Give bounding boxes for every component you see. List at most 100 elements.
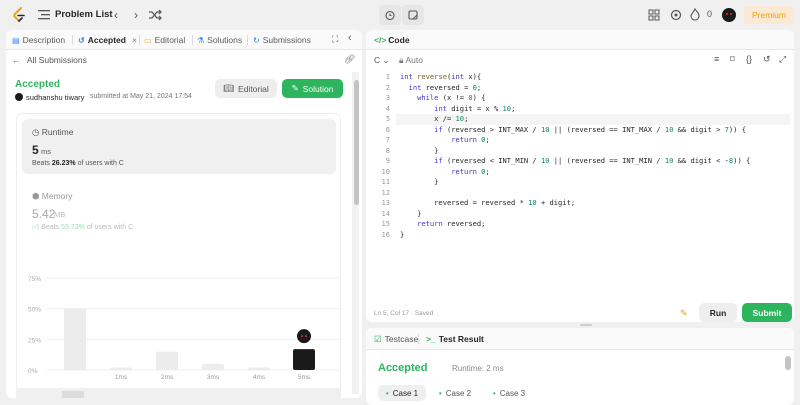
line-number: 11	[381, 177, 390, 186]
bookmark-icon[interactable]: ⌑	[730, 54, 735, 65]
chart-bar[interactable]	[110, 367, 132, 370]
code-line[interactable]: if (reversed > INT_MAX / 10 || (reversed…	[400, 125, 746, 136]
premium-button[interactable]: Premium	[744, 6, 794, 24]
case-tab-3[interactable]: • Case 3	[486, 385, 532, 401]
chart-bar[interactable]	[293, 349, 315, 370]
code-line[interactable]: while (x != 0) {	[400, 93, 485, 104]
x-tick-label: 2ms	[161, 374, 174, 381]
panel-resize-handle[interactable]	[580, 324, 592, 326]
editorial-button[interactable]: 📖︎ Editorial	[215, 79, 277, 98]
shuffle-icon[interactable]	[148, 8, 162, 22]
problem-list-link[interactable]: Problem List	[55, 9, 113, 20]
tab-testcase[interactable]: ☑ Testcase	[374, 334, 418, 345]
user-avatar[interactable]	[722, 8, 736, 22]
clock-icon: ◷	[32, 127, 40, 137]
solution-button-label: Solution	[302, 83, 334, 94]
code-line[interactable]: return 0;	[400, 135, 489, 146]
pass-dot-icon: •	[492, 388, 496, 398]
settings-gear-icon[interactable]	[667, 7, 685, 23]
close-tab-icon[interactable]: ×	[132, 35, 137, 45]
tab-test-result[interactable]: >_ Test Result	[426, 334, 484, 344]
reset-icon[interactable]: ↺	[763, 54, 771, 65]
tab-solutions[interactable]: ⚗ Solutions	[197, 35, 242, 45]
line-number: 1	[385, 72, 390, 81]
code-line[interactable]: int reverse(int x){	[400, 72, 481, 83]
code-line[interactable]: }	[400, 209, 421, 220]
notes-button[interactable]	[402, 5, 424, 25]
back-to-submissions[interactable]: ← All Submissions	[12, 55, 87, 65]
editor-status: Ln 5, Col 17 · Saved	[374, 310, 434, 317]
chart-bar[interactable]	[64, 308, 86, 370]
user-avatar-small	[15, 93, 23, 101]
solution-button[interactable]: ✎ Solution	[282, 79, 343, 98]
line-number: 2	[385, 82, 390, 92]
line-number: 9	[385, 156, 390, 165]
code-line[interactable]: }	[400, 230, 404, 241]
case-tab-1[interactable]: • Case 1	[378, 385, 426, 401]
collapse-panel-icon[interactable]: ‹	[348, 32, 352, 44]
memory-label-text: Memory	[41, 191, 73, 201]
tab-submissions[interactable]: ↻ Submissions	[253, 35, 311, 45]
code-brackets-icon: </>	[374, 35, 387, 45]
y-tick-label: 25%	[28, 337, 41, 344]
link-icon[interactable]: 🔗︎	[344, 54, 355, 65]
leetcode-logo[interactable]	[12, 7, 26, 23]
line-number: 10	[381, 166, 390, 176]
line-number: 14	[381, 208, 390, 218]
notebook-icon[interactable]: ✎	[680, 308, 688, 319]
history-icon: ↺	[78, 35, 85, 45]
code-line[interactable]: int digit = x % 10;	[400, 104, 515, 115]
submit-button[interactable]: Submit	[742, 303, 792, 322]
tab-accepted[interactable]: ↺ Accepted ×	[78, 35, 137, 45]
test-result-panel: ☑ Testcase >_ Test Result Accepted Runti…	[366, 328, 794, 405]
memory-label[interactable]: ⬢ Memory	[32, 191, 73, 202]
code-line[interactable]: }	[400, 177, 438, 188]
code-line[interactable]: return 0;	[400, 167, 489, 178]
code-line[interactable]: }	[400, 146, 438, 157]
chart-bar[interactable]	[202, 363, 224, 370]
braces-icon[interactable]: {}	[746, 54, 752, 64]
language-select[interactable]: C ⌄	[374, 55, 390, 66]
code-line[interactable]: if (reversed < INT_MIN / 10 || (reversed…	[400, 156, 750, 167]
code-line[interactable]: int reversed = 0;	[400, 83, 482, 94]
format-icon[interactable]: ≡	[714, 54, 719, 64]
beats-value: 55.73%	[61, 224, 85, 231]
x-tick-label: 3ms	[207, 374, 220, 381]
y-tick-label: 0%	[28, 368, 38, 375]
fullscreen-icon[interactable]: ⤢	[779, 54, 786, 65]
avatar-eye	[301, 335, 303, 338]
chart-bar[interactable]	[248, 367, 270, 370]
scrollbar-thumb[interactable]	[785, 356, 791, 370]
tab-editorial-label: Editorial	[154, 35, 186, 45]
code-line[interactable]: reversed = reversed * 10 + digit;	[400, 198, 575, 209]
memory-chip-icon: ⬢	[32, 191, 40, 201]
next-problem-icon[interactable]: ›	[129, 8, 143, 22]
chevron-down-icon: ⌄	[382, 55, 390, 65]
list-icon[interactable]	[38, 9, 50, 20]
line-number: 4	[385, 103, 390, 113]
auto-mode[interactable]: 🔒︎ Auto	[399, 55, 423, 66]
code-header: </> Code	[366, 30, 794, 50]
prev-problem-icon[interactable]: ‹	[109, 8, 123, 22]
line-number: 8	[385, 145, 390, 155]
back-label: All Submissions	[26, 55, 87, 65]
layout-grid-icon[interactable]	[645, 7, 663, 23]
lock-icon: 🔒︎	[399, 55, 404, 65]
username[interactable]: sudhanshu tiwary	[26, 93, 84, 102]
code-line[interactable]: return reversed;	[400, 219, 485, 230]
tab-description[interactable]: ▤ Description	[12, 35, 65, 45]
tab-editorial[interactable]: ▭ Editorial	[144, 35, 185, 45]
scrollbar-thumb[interactable]	[354, 80, 359, 205]
x-tick-label: 4ms	[253, 374, 266, 381]
run-button[interactable]: Run	[699, 303, 737, 322]
runtime-distribution-chart[interactable]: 75%50%25%0%1ms2ms3ms4ms5ms1ms2ms3ms4ms5m…	[6, 240, 351, 398]
expand-icon[interactable]: ⛶	[332, 34, 338, 45]
fire-streak-icon[interactable]	[688, 7, 702, 23]
chart-bar[interactable]	[156, 351, 178, 370]
beats-prefix: Beats	[32, 160, 50, 167]
case-tab-2[interactable]: • Case 2	[432, 385, 478, 401]
timer-button[interactable]	[379, 5, 401, 25]
tab-submissions-label: Submissions	[262, 35, 311, 45]
arrow-left-icon: ←	[12, 55, 21, 65]
code-line[interactable]: x /= 10;	[400, 114, 468, 125]
